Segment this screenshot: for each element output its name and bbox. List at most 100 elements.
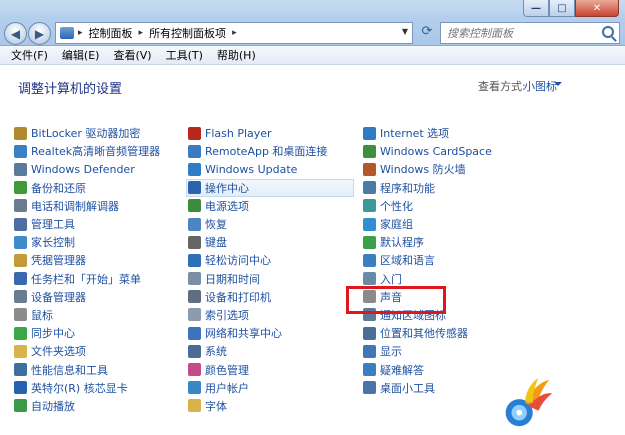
control-panel-item[interactable]: 日期和时间 bbox=[188, 270, 354, 288]
breadcrumb-control-panel[interactable]: 控制面板 bbox=[89, 25, 133, 41]
breadcrumb-all-items[interactable]: 所有控制面板项 bbox=[149, 25, 226, 41]
menu-tools[interactable]: 工具(T) bbox=[159, 47, 210, 63]
admin-tools-icon bbox=[14, 217, 27, 231]
keyboard-icon bbox=[188, 235, 201, 249]
maximize-button[interactable]: □ bbox=[549, 0, 575, 17]
menu-edit[interactable]: 编辑(E) bbox=[55, 47, 107, 63]
breadcrumb-separator: ▸ bbox=[232, 28, 237, 38]
search-box[interactable] bbox=[440, 22, 620, 44]
control-panel-item-label: Internet 选项 bbox=[380, 127, 450, 141]
control-panel-item-label: 用户帐户 bbox=[205, 381, 249, 395]
control-panel-item-label: 入门 bbox=[380, 272, 402, 286]
search-input[interactable] bbox=[447, 26, 597, 40]
control-panel-item[interactable]: 网络和共享中心 bbox=[188, 324, 354, 342]
control-panel-item[interactable]: 键盘 bbox=[188, 233, 354, 251]
control-panel-item[interactable]: 显示 bbox=[363, 342, 492, 360]
personalize-icon bbox=[363, 199, 376, 213]
printer-icon bbox=[188, 290, 201, 304]
fonts-icon bbox=[188, 399, 201, 413]
taskbar-icon bbox=[14, 272, 27, 286]
control-panel-item[interactable]: 性能信息和工具 bbox=[14, 360, 160, 378]
control-panel-item[interactable]: 颜色管理 bbox=[188, 360, 354, 378]
control-panel-item[interactable]: 默认程序 bbox=[363, 233, 492, 251]
control-panel-item[interactable]: RemoteApp 和桌面连接 bbox=[188, 142, 354, 160]
menu-bar: 文件(F) 编辑(E) 查看(V) 工具(T) 帮助(H) bbox=[0, 46, 625, 65]
control-panel-item[interactable]: 程序和功能 bbox=[363, 179, 492, 197]
breadcrumb-separator: ▸ bbox=[78, 28, 83, 38]
control-panel-item-label: 设备和打印机 bbox=[205, 290, 271, 304]
control-panel-item-label: 任务栏和「开始」菜单 bbox=[31, 272, 141, 286]
control-panel-item[interactable]: 自动播放 bbox=[14, 397, 160, 415]
control-panel-item-label: 默认程序 bbox=[380, 236, 424, 250]
content-area: 调整计算机的设置 查看方式: 小图标 BitLocker 驱动器加密 Realte… bbox=[0, 66, 625, 435]
troubleshoot-icon bbox=[363, 363, 376, 377]
control-panel-item[interactable]: 轻松访问中心 bbox=[188, 251, 354, 269]
control-panel-item[interactable]: 备份和还原 bbox=[14, 179, 160, 197]
control-panel-item[interactable]: Windows Update bbox=[188, 160, 354, 178]
address-bar[interactable]: ▸ 控制面板 ▸ 所有控制面板项 ▸ ▼ bbox=[55, 22, 413, 44]
control-panel-item-label: 操作中心 bbox=[205, 181, 249, 195]
menu-help[interactable]: 帮助(H) bbox=[210, 47, 263, 63]
user-accounts-icon bbox=[188, 381, 201, 395]
getting-started-icon bbox=[363, 272, 376, 286]
control-panel-item[interactable]: Windows 防火墙 bbox=[363, 160, 492, 178]
control-panel-item[interactable]: Windows Defender bbox=[14, 160, 160, 178]
forward-button[interactable]: ▶ bbox=[28, 22, 51, 45]
control-panel-item[interactable]: 个性化 bbox=[363, 197, 492, 215]
control-panel-item[interactable]: 文件夹选项 bbox=[14, 342, 160, 360]
menu-view[interactable]: 查看(V) bbox=[106, 47, 158, 63]
back-button[interactable]: ◀ bbox=[4, 22, 27, 45]
control-panel-item[interactable]: 字体 bbox=[188, 397, 354, 415]
control-panel-item[interactable]: 管理工具 bbox=[14, 215, 160, 233]
address-dropdown-icon[interactable]: ▼ bbox=[402, 27, 408, 36]
control-panel-item[interactable]: 电话和调制解调器 bbox=[14, 197, 160, 215]
control-panel-item[interactable]: 区域和语言 bbox=[363, 251, 492, 269]
menu-file[interactable]: 文件(F) bbox=[4, 47, 55, 63]
firewall-icon bbox=[363, 162, 376, 176]
control-panel-item[interactable]: 索引选项 bbox=[188, 306, 354, 324]
refresh-icon[interactable]: ⟳ bbox=[418, 24, 436, 42]
search-icon[interactable] bbox=[602, 26, 614, 38]
control-panel-item[interactable]: 电源选项 bbox=[188, 197, 354, 215]
minimize-button[interactable]: — bbox=[523, 0, 549, 17]
control-panel-item[interactable]: 鼠标 bbox=[14, 306, 160, 324]
control-panel-item-label: 区域和语言 bbox=[380, 254, 435, 268]
control-panel-item[interactable]: 入门 bbox=[363, 270, 492, 288]
control-panel-item[interactable]: 同步中心 bbox=[14, 324, 160, 342]
region-icon bbox=[363, 253, 376, 267]
window-chrome: — □ ✕ ◀ ▶ ▸ 控制面板 ▸ 所有控制面板项 ▸ ▼ ⟳ bbox=[0, 0, 625, 46]
control-panel-item[interactable]: 位置和其他传感器 bbox=[363, 324, 492, 342]
phone-icon bbox=[14, 199, 27, 213]
control-panel-item-label: Windows Defender bbox=[31, 162, 135, 176]
viewby-dropdown[interactable]: 小图标 bbox=[524, 78, 557, 94]
control-panel-item[interactable]: Realtek高清晰音频管理器 bbox=[14, 142, 160, 160]
programs-icon bbox=[363, 181, 376, 195]
control-panel-item[interactable]: 设备管理器 bbox=[14, 288, 160, 306]
close-button[interactable]: ✕ bbox=[575, 0, 619, 17]
control-panel-item[interactable]: Flash Player bbox=[188, 124, 354, 142]
control-panel-item-label: 备份和还原 bbox=[31, 181, 86, 195]
control-panel-item[interactable]: BitLocker 驱动器加密 bbox=[14, 124, 160, 142]
control-panel-item[interactable]: Internet 选项 bbox=[363, 124, 492, 142]
intel-icon bbox=[14, 381, 27, 395]
control-panel-item-label: 显示 bbox=[380, 345, 402, 359]
datetime-icon bbox=[188, 272, 201, 286]
mouse-icon bbox=[14, 308, 27, 322]
color-mgmt-icon bbox=[188, 363, 201, 377]
control-panel-item[interactable]: 系统 bbox=[188, 342, 354, 360]
control-panel-item[interactable]: 桌面小工具 bbox=[363, 379, 492, 397]
control-panel-item[interactable]: 英特尔(R) 核芯显卡 bbox=[14, 379, 160, 397]
control-panel-item[interactable]: 凭据管理器 bbox=[14, 251, 160, 269]
control-panel-item[interactable]: 恢复 bbox=[188, 215, 354, 233]
control-panel-item[interactable]: Windows CardSpace bbox=[363, 142, 492, 160]
control-panel-item[interactable]: 用户帐户 bbox=[188, 379, 354, 397]
control-panel-item[interactable]: 家长控制 bbox=[14, 233, 160, 251]
control-panel-item-label: 设备管理器 bbox=[31, 290, 86, 304]
control-panel-item[interactable]: 任务栏和「开始」菜单 bbox=[14, 270, 160, 288]
folder-options-icon bbox=[14, 344, 27, 358]
control-panel-item[interactable]: 设备和打印机 bbox=[188, 288, 354, 306]
chevron-down-icon[interactable] bbox=[554, 82, 562, 86]
control-panel-item[interactable]: 疑难解答 bbox=[363, 360, 492, 378]
control-panel-item[interactable]: 家庭组 bbox=[363, 215, 492, 233]
control-panel-item[interactable]: 操作中心 bbox=[186, 178, 354, 197]
